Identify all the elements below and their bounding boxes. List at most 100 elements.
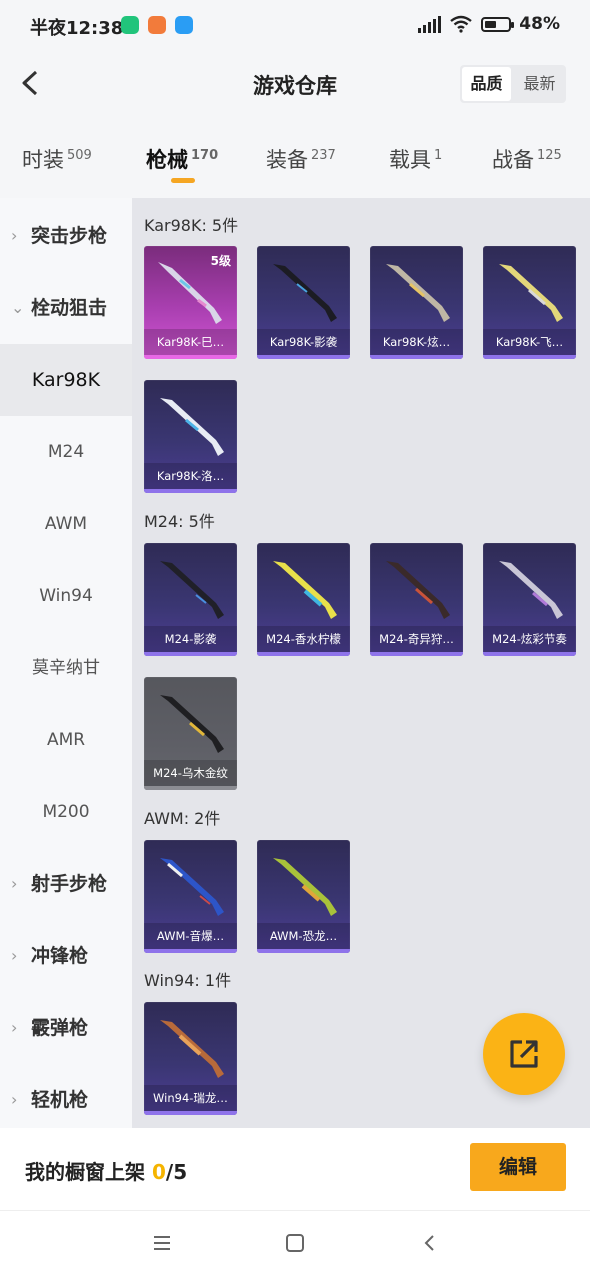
tab-count: 1 <box>434 148 443 163</box>
sidebar-item-m200[interactable]: M200 <box>0 776 132 848</box>
skin-name: Kar98K-飞… <box>483 329 576 355</box>
skin-card[interactable]: Win94-瑞龙… <box>144 1002 237 1115</box>
sort-latest-button[interactable]: 最新 <box>515 67 564 101</box>
group-title-kar98k: Kar98K: 5件 <box>144 216 239 235</box>
skin-name: Kar98K-洛… <box>144 463 237 489</box>
sidebar-item-label: 突击步枪 <box>31 225 108 247</box>
skin-name: M24-奇异狩… <box>370 626 463 652</box>
skin-name: Kar98K-影袭 <box>257 329 350 355</box>
battery-icon <box>481 16 515 32</box>
nav-back-icon[interactable] <box>420 1233 440 1253</box>
skin-name: AWM-恐龙… <box>257 923 350 949</box>
skin-name: Win94-瑞龙… <box>144 1085 237 1111</box>
sidebar-item-win94[interactable]: Win94 <box>0 560 132 632</box>
skin-card[interactable]: M24-奇异狩… <box>370 543 463 656</box>
skin-card[interactable]: M24-影袭 <box>144 543 237 656</box>
tab-guns[interactable]: 枪械 170 <box>146 144 218 174</box>
tab-label: 枪械 <box>146 148 188 172</box>
tab-fashion[interactable]: 时装 509 <box>22 144 92 174</box>
tab-count: 509 <box>67 148 92 163</box>
tab-count: 125 <box>537 148 562 163</box>
skin-name: M24-炫彩节奏 <box>483 626 576 652</box>
showcase-bar: 我的橱窗上架 0/5 编辑 <box>0 1128 590 1210</box>
sidebar-item-smg[interactable]: › 冲锋枪 <box>0 920 132 992</box>
showcase-count: 0 <box>151 1160 166 1184</box>
home-icon[interactable] <box>285 1233 305 1253</box>
sidebar-item-kar98k[interactable]: Kar98K <box>0 344 132 416</box>
sidebar-item-assault-rifle[interactable]: › 突击步枪 <box>0 200 132 272</box>
skin-card[interactable]: Kar98K-影袭 <box>257 246 350 359</box>
rifle-icon <box>386 264 450 322</box>
rifle-icon <box>273 561 337 619</box>
share-icon <box>510 1040 538 1068</box>
skin-card[interactable]: Kar98K-飞… <box>483 246 576 359</box>
group-title-win94: Win94: 1件 <box>144 971 232 990</box>
skin-name: M24-乌木金纹 <box>144 760 237 786</box>
skin-card[interactable]: M24-香水柠檬 <box>257 543 350 656</box>
sort-quality-button[interactable]: 品质 <box>462 67 511 101</box>
tab-label: 时装 <box>22 148 64 172</box>
group-title-m24: M24: 5件 <box>144 512 215 531</box>
sidebar-item-bolt-sniper[interactable]: ⌄ 栓动狙击 <box>0 272 132 344</box>
skin-name: Kar98K-巳… <box>144 329 237 355</box>
tab-equipment[interactable]: 装备 237 <box>266 144 336 174</box>
skin-name: AWM-音爆… <box>144 923 237 949</box>
active-tab-indicator <box>171 178 195 183</box>
skin-card[interactable]: Kar98K-洛… <box>144 380 237 493</box>
sidebar-item-mosin[interactable]: 莫辛纳甘 <box>0 632 132 704</box>
skin-card[interactable]: M24-乌木金纹 <box>144 677 237 790</box>
menu-icon[interactable] <box>152 1233 172 1253</box>
sidebar-item-marksman-rifle[interactable]: › 射手步枪 <box>0 848 132 920</box>
showcase-status: 我的橱窗上架 0/5 <box>25 1156 187 1185</box>
chat-app-icon <box>175 16 193 34</box>
sidebar-item-shotgun[interactable]: › 霰弹枪 <box>0 992 132 1064</box>
skin-card[interactable]: M24-炫彩节奏 <box>483 543 576 656</box>
sidebar-item-awm[interactable]: AWM <box>0 488 132 560</box>
tab-label: 载具 <box>389 148 431 172</box>
edit-button[interactable]: 编辑 <box>470 1143 566 1191</box>
rifle-icon <box>273 858 337 916</box>
skin-card[interactable]: AWM-恐龙… <box>257 840 350 953</box>
tab-vehicles[interactable]: 载具 1 <box>389 144 442 174</box>
chevron-right-icon: › <box>11 1090 18 1109</box>
status-bar: 半夜12:38 48% <box>0 0 590 52</box>
group-title-awm: AWM: 2件 <box>144 809 221 828</box>
hd-signal-icon <box>418 15 442 33</box>
chevron-right-icon: › <box>11 946 18 965</box>
sidebar-item-label: 轻机枪 <box>31 1089 89 1111</box>
skin-name: Kar98K-炫… <box>370 329 463 355</box>
skin-name: M24-影袭 <box>144 626 237 652</box>
rifle-icon <box>160 695 224 753</box>
header: 游戏仓库 品质 最新 <box>0 52 590 116</box>
system-nav-bar <box>0 1210 590 1281</box>
sidebar-item-label: 霰弹枪 <box>31 1017 89 1039</box>
tab-gear[interactable]: 战备 125 <box>492 144 562 174</box>
sidebar-item-m24[interactable]: M24 <box>0 416 132 488</box>
sidebar-item-amr[interactable]: AMR <box>0 704 132 776</box>
status-time: 半夜12:38 <box>30 18 124 39</box>
rifle-icon <box>160 1020 224 1078</box>
skin-card[interactable]: Kar98K-炫… <box>370 246 463 359</box>
rifle-icon <box>158 262 222 324</box>
category-tabs: 时装 509 枪械 170 装备 237 载具 1 战备 125 <box>0 120 590 198</box>
tab-label: 战备 <box>492 148 534 172</box>
skin-name: M24-香水柠檬 <box>257 626 350 652</box>
tab-label: 装备 <box>266 148 308 172</box>
wifi-icon <box>450 15 473 33</box>
sidebar-item-lmg[interactable]: › 轻机枪 <box>0 1064 132 1136</box>
sidebar-item-label: 冲锋枪 <box>31 945 89 967</box>
rifle-icon <box>499 264 563 322</box>
rifle-icon <box>160 561 224 619</box>
rifle-icon <box>160 858 224 916</box>
sidebar-item-label: 栓动狙击 <box>31 297 108 319</box>
tab-count: 170 <box>191 148 219 163</box>
weapon-grid: Kar98K: 5件 5级 Kar98K-巳… Kar98K-影袭 Kar98K… <box>132 198 590 1128</box>
sidebar-item-label: 射手步枪 <box>31 873 108 895</box>
shield-app-icon <box>121 16 139 34</box>
weapon-sidebar: › 突击步枪 ⌄ 栓动狙击 Kar98K M24 AWM Win94 莫辛纳甘 AM… <box>0 198 132 1128</box>
rifle-icon <box>160 398 224 456</box>
skin-card[interactable]: AWM-音爆… <box>144 840 237 953</box>
skin-card[interactable]: 5级 Kar98K-巳… <box>144 246 237 359</box>
share-button[interactable] <box>483 1013 565 1095</box>
battery-percent: 48% <box>519 14 560 34</box>
